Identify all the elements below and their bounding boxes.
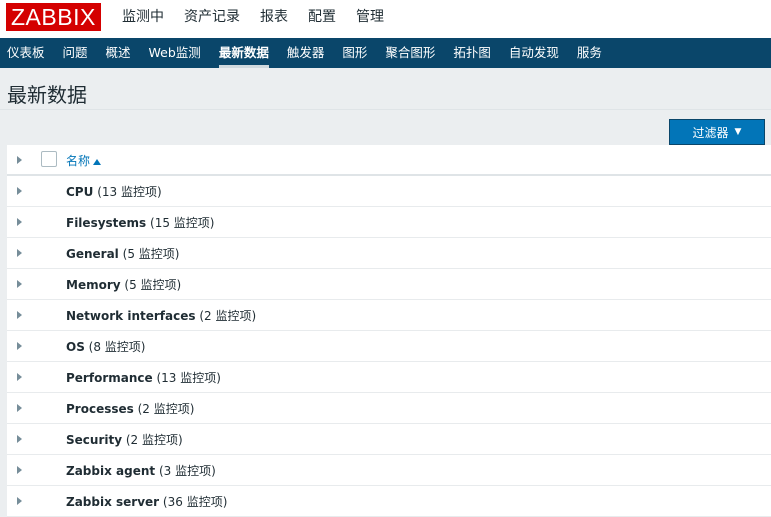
expand-row-icon[interactable] bbox=[17, 404, 22, 412]
row-label: General (5 监控项) bbox=[66, 245, 179, 262]
table-row[interactable]: Filesystems (15 监控项) bbox=[7, 207, 771, 238]
item-count: (13 监控项) bbox=[156, 371, 221, 385]
name-column-header[interactable]: 名称 bbox=[66, 152, 102, 169]
item-count: (5 监控项) bbox=[124, 278, 182, 292]
application-name: Security bbox=[66, 433, 123, 447]
row-label: CPU (13 监控项) bbox=[66, 183, 162, 200]
name-column-label: 名称 bbox=[66, 154, 91, 168]
row-label: Processes (2 监控项) bbox=[66, 400, 194, 417]
page-title: 最新数据 bbox=[7, 83, 87, 107]
table-row[interactable]: CPU (13 监控项) bbox=[7, 176, 771, 207]
subnav-dashboard[interactable]: 仪表板 bbox=[7, 38, 45, 68]
item-count: (2 监控项) bbox=[199, 309, 257, 323]
select-all-checkbox[interactable] bbox=[41, 151, 57, 167]
expand-row-icon[interactable] bbox=[17, 373, 22, 381]
row-label: Zabbix server (36 监控项) bbox=[66, 493, 227, 510]
title-divider bbox=[0, 109, 771, 110]
application-name: Performance bbox=[66, 371, 153, 385]
main-menu: 监测中 资产记录 报表 配置 管理 bbox=[122, 0, 404, 38]
table-row[interactable]: Network interfaces (2 监控项) bbox=[7, 300, 771, 331]
expand-row-icon[interactable] bbox=[17, 311, 22, 319]
subnav-problems[interactable]: 问题 bbox=[63, 38, 88, 68]
expand-row-icon[interactable] bbox=[17, 342, 22, 350]
row-label: OS (8 监控项) bbox=[66, 338, 146, 355]
row-label: Zabbix agent (3 监控项) bbox=[66, 462, 216, 479]
table-row[interactable]: Memory (5 监控项) bbox=[7, 269, 771, 300]
subnav-screens[interactable]: 聚合图形 bbox=[385, 38, 435, 68]
row-label: Performance (13 监控项) bbox=[66, 369, 221, 386]
expand-all-icon[interactable] bbox=[17, 156, 22, 164]
table-body: CPU (13 监控项) Filesystems (15 监控项) General … bbox=[7, 176, 771, 517]
sort-asc-icon bbox=[93, 158, 102, 165]
top-bar: ZABBIX 监测中 资产记录 报表 配置 管理 bbox=[0, 0, 771, 38]
item-count: (2 监控项) bbox=[137, 402, 195, 416]
subnav-triggers[interactable]: 触发器 bbox=[287, 38, 325, 68]
item-count: (8 监控项) bbox=[88, 340, 146, 354]
zabbix-logo[interactable]: ZABBIX bbox=[6, 3, 101, 31]
caret-down-icon: ▼ bbox=[734, 127, 742, 137]
filter-button-label: 过滤器 bbox=[692, 125, 729, 140]
table-row[interactable]: OS (8 监控项) bbox=[7, 331, 771, 362]
application-name: Memory bbox=[66, 278, 121, 292]
table-row[interactable]: Processes (2 监控项) bbox=[7, 393, 771, 424]
sub-nav: 仪表板 问题 概述 Web监测 最新数据 触发器 图形 聚合图形 拓扑图 自动发… bbox=[0, 38, 771, 68]
item-count: (15 监控项) bbox=[150, 216, 215, 230]
item-count: (5 监控项) bbox=[122, 247, 180, 261]
subnav-discovery[interactable]: 自动发现 bbox=[509, 38, 559, 68]
table-row[interactable]: Performance (13 监控项) bbox=[7, 362, 771, 393]
application-name: CPU bbox=[66, 185, 94, 199]
application-name: Processes bbox=[66, 402, 134, 416]
subnav-services[interactable]: 服务 bbox=[577, 38, 602, 68]
subnav-graphs[interactable]: 图形 bbox=[342, 38, 367, 68]
logo-text: ZABBIX bbox=[11, 4, 96, 30]
expand-row-icon[interactable] bbox=[17, 497, 22, 505]
row-label: Network interfaces (2 监控项) bbox=[66, 307, 256, 324]
row-label: Memory (5 监控项) bbox=[66, 276, 181, 293]
table-row[interactable]: Zabbix agent (3 监控项) bbox=[7, 455, 771, 486]
item-count: (2 监控项) bbox=[125, 433, 183, 447]
main-menu-reports[interactable]: 报表 bbox=[260, 0, 288, 38]
application-name: Filesystems bbox=[66, 216, 147, 230]
main-menu-inventory[interactable]: 资产记录 bbox=[184, 0, 240, 38]
subnav-overview[interactable]: 概述 bbox=[106, 38, 131, 68]
subnav-latest-data[interactable]: 最新数据 bbox=[218, 38, 269, 68]
application-name: Zabbix server bbox=[66, 495, 160, 509]
table-header: 名称 bbox=[7, 145, 771, 176]
main-menu-administration[interactable]: 管理 bbox=[356, 0, 384, 38]
expand-row-icon[interactable] bbox=[17, 435, 22, 443]
item-count: (36 监控项) bbox=[162, 495, 228, 509]
subnav-maps[interactable]: 拓扑图 bbox=[453, 38, 491, 68]
table-row[interactable]: Security (2 监控项) bbox=[7, 424, 771, 455]
application-name: Zabbix agent bbox=[66, 464, 156, 478]
table-row[interactable]: Zabbix server (36 监控项) bbox=[7, 486, 771, 517]
expand-row-icon[interactable] bbox=[17, 466, 22, 474]
application-name: OS bbox=[66, 340, 85, 354]
subnav-web[interactable]: Web监测 bbox=[149, 38, 201, 68]
expand-row-icon[interactable] bbox=[17, 218, 22, 226]
expand-row-icon[interactable] bbox=[17, 187, 22, 195]
filter-button[interactable]: 过滤器 ▼ bbox=[669, 119, 765, 145]
expand-row-icon[interactable] bbox=[17, 249, 22, 257]
row-label: Filesystems (15 监控项) bbox=[66, 214, 214, 231]
main-menu-configuration[interactable]: 配置 bbox=[308, 0, 336, 38]
item-count: (13 监控项) bbox=[97, 185, 162, 199]
application-name: Network interfaces bbox=[66, 309, 196, 323]
item-count: (3 监控项) bbox=[158, 464, 216, 478]
expand-row-icon[interactable] bbox=[17, 280, 22, 288]
latest-data-table: 名称 CPU (13 监控项) Filesystems (15 监控项) Gener… bbox=[7, 145, 771, 517]
application-name: General bbox=[66, 247, 119, 261]
main-menu-monitoring[interactable]: 监测中 bbox=[122, 0, 164, 38]
row-label: Security (2 监控项) bbox=[66, 431, 183, 448]
table-row[interactable]: General (5 监控项) bbox=[7, 238, 771, 269]
